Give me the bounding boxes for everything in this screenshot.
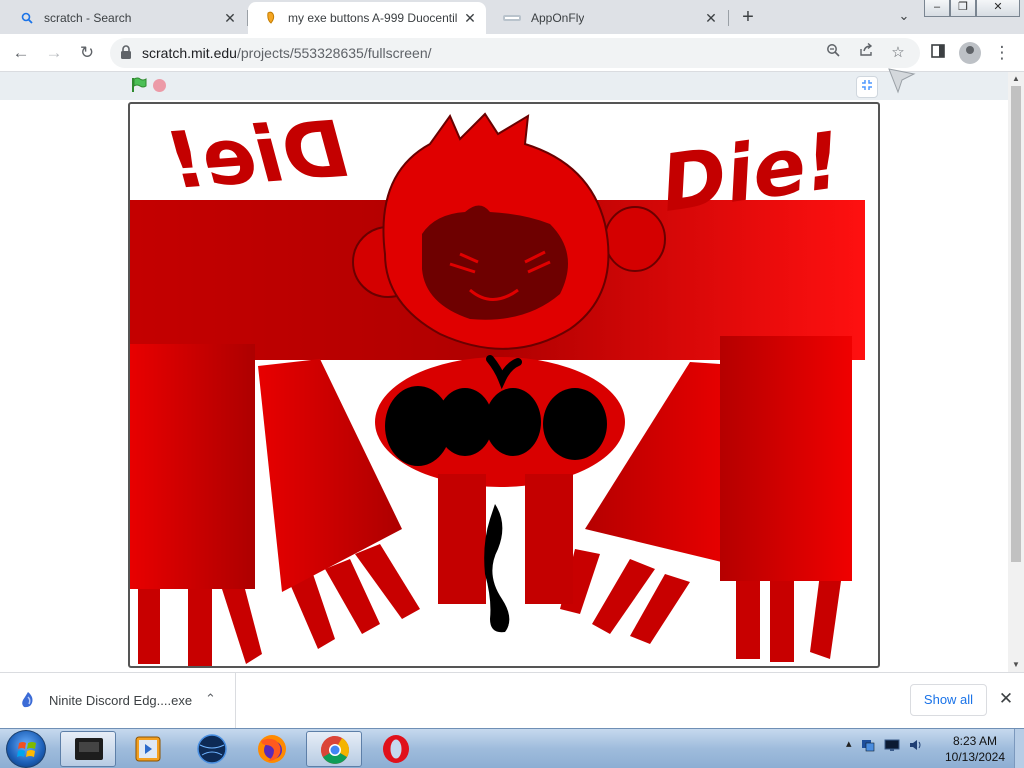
- tab-scratch-search[interactable]: scratch - Search ✕: [4, 2, 246, 34]
- exit-fullscreen-button[interactable]: [856, 76, 878, 98]
- search-icon: [20, 11, 34, 25]
- tab-title: my exe buttons A-999 Duocentil: [288, 11, 458, 25]
- show-desktop-button[interactable]: [1014, 729, 1024, 768]
- scroll-down-icon[interactable]: ▼: [1008, 658, 1024, 672]
- forward-arrow-icon[interactable]: →: [42, 41, 66, 65]
- taskbar-chrome[interactable]: [306, 731, 362, 767]
- close-tab-icon[interactable]: ✕: [222, 10, 238, 26]
- stage-artwork: Die! Die!: [130, 105, 865, 666]
- restore-button[interactable]: ❐: [950, 0, 976, 17]
- close-window-button[interactable]: ✕: [976, 0, 1020, 17]
- scratch-favicon: [264, 11, 278, 25]
- url-host: scratch.mit.edu: [142, 45, 237, 61]
- system-tray: ▴: [846, 737, 924, 753]
- die-text-left: Die!: [165, 105, 351, 207]
- monitor-icon[interactable]: [884, 737, 900, 753]
- minimize-button[interactable]: –: [924, 0, 950, 17]
- apponfly-favicon: [503, 11, 521, 25]
- close-tab-icon[interactable]: ✕: [462, 10, 478, 26]
- chevron-up-icon[interactable]: ⌃: [205, 691, 216, 707]
- lock-icon: [120, 45, 134, 61]
- mouse-cursor-icon: [888, 68, 916, 94]
- installer-file-icon: [20, 691, 36, 709]
- share-icon[interactable]: [855, 42, 877, 64]
- clock-date: 10/13/2024: [944, 750, 1006, 764]
- left-limbs: [130, 344, 420, 666]
- browser-toolbar: ← → ↻ scratch.mit.edu/projects/553328635…: [0, 34, 1024, 72]
- download-file-name: Ninite Discord Edg....exe: [49, 693, 193, 708]
- scratch-page: Die! Die!: [0, 72, 1008, 672]
- back-arrow-icon[interactable]: ←: [9, 41, 33, 65]
- side-panel-icon[interactable]: [926, 41, 950, 65]
- download-item[interactable]: Ninite Discord Edg....exe ⌃: [0, 673, 236, 729]
- taskbar-media-device[interactable]: [60, 731, 116, 767]
- scroll-up-icon[interactable]: ▲: [1008, 72, 1024, 86]
- stop-sign-icon[interactable]: [153, 79, 166, 92]
- download-shelf: Ninite Discord Edg....exe ⌃ Show all ✕: [0, 672, 1024, 729]
- system-clock[interactable]: 8:23 AM 10/13/2024: [940, 733, 1010, 765]
- vertical-scrollbar[interactable]: ▲ ▼: [1008, 72, 1024, 672]
- taskbar-firefox[interactable]: [244, 731, 300, 767]
- chevron-down-icon[interactable]: ⌄: [894, 8, 914, 28]
- taskbar-media-player[interactable]: [120, 731, 176, 767]
- media-device-icon: [75, 738, 103, 760]
- more-menu-icon[interactable]: ⋮: [990, 41, 1014, 65]
- start-button[interactable]: [6, 730, 46, 768]
- tab-strip: scratch - Search ✕ my exe buttons A-999 …: [0, 0, 1024, 34]
- tab-scratch-project[interactable]: my exe buttons A-999 Duocentil ✕: [248, 2, 486, 34]
- opera-icon: [383, 735, 409, 763]
- windows-logo-icon: [17, 742, 36, 757]
- clock-time: 8:23 AM: [952, 734, 998, 748]
- network-icon[interactable]: [860, 737, 876, 753]
- tab-divider: [728, 10, 729, 26]
- tab-apponfly[interactable]: AppOnFly ✕: [487, 2, 727, 34]
- volume-icon[interactable]: [908, 737, 924, 753]
- project-stage[interactable]: Die! Die!: [128, 102, 880, 668]
- reload-icon[interactable]: ↻: [75, 41, 99, 65]
- close-icon[interactable]: ✕: [996, 689, 1016, 709]
- firefox-icon: [258, 735, 286, 763]
- window-controls: – ❐ ✕: [924, 0, 1020, 18]
- media-player-icon: [135, 736, 161, 762]
- green-flag-icon[interactable]: [131, 77, 147, 93]
- url-path: /projects/553328635/fullscreen/: [236, 45, 432, 61]
- stage-controls: [0, 72, 1008, 100]
- close-tab-icon[interactable]: ✕: [703, 10, 719, 26]
- address-bar[interactable]: scratch.mit.edu/projects/553328635/fulls…: [110, 38, 920, 68]
- screen: scratch - Search ✕ my exe buttons A-999 …: [0, 0, 1024, 768]
- globe-icon: [197, 734, 227, 764]
- taskbar-globe[interactable]: [184, 731, 240, 767]
- new-tab-button[interactable]: +: [736, 6, 760, 30]
- right-limbs: [560, 336, 852, 662]
- chevron-up-icon[interactable]: ▴: [846, 737, 852, 753]
- show-all-button[interactable]: Show all: [910, 684, 987, 716]
- tab-title: AppOnFly: [531, 11, 585, 25]
- zoom-icon[interactable]: [822, 42, 844, 64]
- windows-taskbar: ▴ 8:23 AM 10/13/2024: [0, 728, 1024, 768]
- scroll-thumb[interactable]: [1011, 86, 1021, 562]
- bookmark-star-icon[interactable]: ☆: [887, 42, 909, 64]
- profile-avatar[interactable]: [959, 42, 981, 64]
- chrome-icon: [321, 736, 349, 764]
- taskbar-opera[interactable]: [368, 731, 424, 767]
- tab-title: scratch - Search: [44, 11, 132, 25]
- url-text: scratch.mit.edu/projects/553328635/fulls…: [142, 45, 432, 61]
